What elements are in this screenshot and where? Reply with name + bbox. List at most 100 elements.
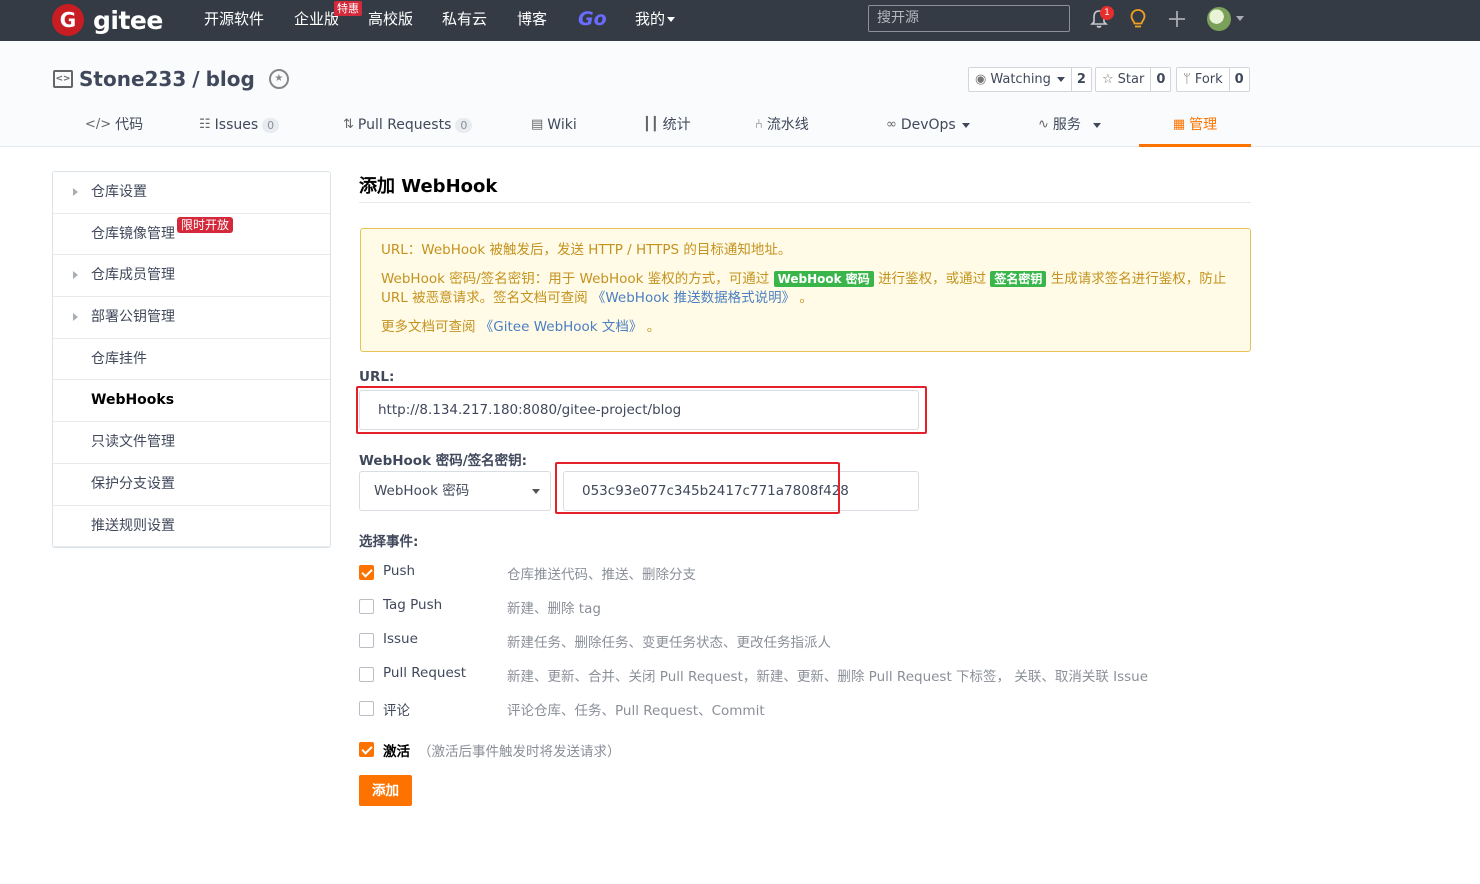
tab-wiki[interactable]: ▤ Wiki: [531, 109, 577, 147]
sidebar-item-deploy-keys[interactable]: 部署公钥管理: [53, 297, 330, 339]
active-checkbox[interactable]: [359, 741, 374, 757]
add-webhook-button[interactable]: 添加: [359, 775, 412, 806]
notice-text: WebHook 密码/签名密钥：用于 WebHook 鉴权的方式，可通过: [381, 271, 770, 287]
pipeline-icon: ⑃: [755, 117, 763, 132]
nav-mine[interactable]: 我的: [635, 0, 676, 41]
notifications-button[interactable]: 1: [1088, 6, 1114, 32]
tab-services[interactable]: ∿ 服务: [1038, 109, 1101, 147]
comment-checkbox[interactable]: [359, 700, 374, 716]
pull-request-checkbox[interactable]: [359, 666, 374, 682]
secret-highlight-box: [555, 462, 840, 514]
active-label-text: 激活: [383, 744, 410, 760]
event-desc: 新建、删除 tag: [507, 601, 601, 617]
event-tag-push[interactable]: Tag Push 新建、删除 tag: [359, 596, 601, 617]
plus-icon: [1169, 11, 1185, 27]
sidebar-item-members[interactable]: 仓库成员管理: [53, 255, 330, 298]
watch-button[interactable]: ◉ Watching 2: [968, 67, 1092, 92]
active-toggle[interactable]: 激活 （激活后事件触发时将发送请求）: [359, 739, 621, 760]
sidebar-item-protected-branches[interactable]: 保护分支设置: [53, 464, 330, 506]
repo-owner-link[interactable]: Stone233: [79, 67, 186, 91]
nav-blog[interactable]: 博客: [517, 0, 547, 41]
tab-devops[interactable]: ∞ DevOps: [886, 109, 970, 147]
chevron-down-icon: [1092, 123, 1101, 128]
event-name: Issue: [383, 631, 418, 647]
sidebar-item-label: 部署公钥管理: [91, 309, 175, 326]
top-navbar: G gitee 开源软件 企业版 特惠 高校版 私有云 博客 Go 我的 搜开源…: [0, 0, 1480, 41]
tab-label: Pull Requests: [357, 117, 452, 133]
nav-enterprise[interactable]: 企业版 特惠: [294, 0, 362, 41]
notice-text: 。: [799, 290, 813, 306]
sidebar-item-label: 仓库挂件: [91, 350, 147, 367]
issue-checkbox[interactable]: [359, 632, 374, 648]
code-repo-icon: <>: [53, 70, 73, 88]
tab-issues[interactable]: ☷ Issues 0: [199, 109, 280, 147]
event-push[interactable]: Push 仓库推送代码、推送、删除分支: [359, 562, 696, 583]
secret-type-select[interactable]: WebHook 密码: [359, 471, 551, 511]
event-name: 评论: [383, 703, 410, 719]
repo-name-link[interactable]: blog: [206, 67, 255, 91]
repo-title: <> Stone233 / blog ★: [53, 66, 289, 92]
chevron-down-icon: [961, 123, 970, 128]
chevron-right-icon: [73, 313, 78, 322]
url-label: URL:: [359, 369, 395, 385]
tab-label: DevOps: [900, 117, 956, 133]
repo-medal-icon[interactable]: ★: [268, 69, 289, 89]
book-icon: ▤: [531, 117, 544, 132]
sidebar-item-widgets[interactable]: 仓库挂件: [53, 339, 330, 381]
tab-code[interactable]: </> 代码: [85, 109, 143, 147]
event-desc: 新建任务、删除任务、变更任务状态、更改任务指派人: [507, 635, 831, 651]
watch-count[interactable]: 2: [1070, 68, 1091, 91]
chevron-down-icon: [532, 489, 540, 494]
gitee-logo-icon: G: [52, 4, 84, 36]
notification-count-badge: 1: [1100, 6, 1114, 20]
gitee-logo[interactable]: G gitee: [52, 4, 163, 36]
payload-format-doc-link[interactable]: 《WebHook 推送数据格式说明》: [592, 290, 795, 306]
create-button[interactable]: [1166, 6, 1188, 32]
notice-text: 进行鉴权，或通过: [878, 271, 987, 287]
sidebar-item-label: 保护分支设置: [91, 475, 175, 492]
tab-pipeline[interactable]: ⑃ 流水线: [755, 109, 809, 147]
ideas-button[interactable]: [1127, 6, 1149, 32]
tag-push-checkbox[interactable]: [359, 598, 374, 614]
nav-open-source[interactable]: 开源软件: [204, 0, 264, 41]
nav-education[interactable]: 高校版: [368, 0, 413, 41]
sidebar-item-label: 仓库镜像管理: [91, 225, 175, 242]
chevron-right-icon: [73, 188, 78, 196]
event-desc: 仓库推送代码、推送、删除分支: [507, 567, 696, 583]
tab-label: 服务: [1052, 117, 1081, 133]
eye-icon: ◉: [975, 72, 987, 87]
search-input[interactable]: 搜开源: [868, 5, 1070, 32]
settings-document-icon: ▦: [1172, 117, 1186, 132]
user-avatar[interactable]: [1207, 7, 1231, 31]
event-pull-request[interactable]: Pull Request 新建、更新、合并、关闭 Pull Request，新建…: [359, 664, 1148, 685]
event-name: Pull Request: [383, 665, 467, 681]
tab-pull-requests[interactable]: ⇅ Pull Requests 0: [343, 109, 473, 147]
signature-key-tag: 签名密钥: [990, 271, 1047, 287]
sidebar-item-webhooks[interactable]: WebHooks: [53, 380, 330, 423]
sidebar-item-readonly-files[interactable]: 只读文件管理: [53, 422, 330, 464]
sidebar-item-repo-settings[interactable]: 仓库设置: [53, 172, 330, 214]
event-comment[interactable]: 评论 评论仓库、任务、Pull Request、Commit: [359, 698, 765, 719]
chevron-down-icon: [667, 17, 676, 22]
pulse-icon: ∿: [1038, 117, 1049, 132]
tab-statistics[interactable]: ┃┃ 统计: [643, 109, 691, 147]
code-icon: </>: [85, 117, 112, 132]
push-checkbox[interactable]: [359, 564, 374, 580]
nav-go[interactable]: Go: [578, 0, 607, 41]
fork-button[interactable]: ᛘ Fork 0: [1176, 67, 1250, 92]
nav-private-cloud[interactable]: 私有云: [442, 0, 487, 41]
webhook-doc-link[interactable]: 《Gitee WebHook 文档》: [480, 319, 643, 335]
chevron-down-icon: [1056, 77, 1065, 82]
star-count[interactable]: 0: [1150, 68, 1171, 91]
sidebar-item-label: WebHooks: [91, 392, 175, 409]
fork-label: Fork: [1194, 72, 1223, 87]
sidebar-item-push-rules[interactable]: 推送规则设置: [53, 506, 330, 548]
event-issue[interactable]: Issue 新建任务、删除任务、变更任务状态、更改任务指派人: [359, 630, 831, 651]
sidebar-item-label: 仓库设置: [91, 184, 147, 200]
fork-count[interactable]: 0: [1228, 68, 1249, 91]
chevron-down-icon[interactable]: [1236, 16, 1244, 21]
tab-manage[interactable]: ▦ 管理: [1139, 109, 1251, 147]
star-button[interactable]: ☆ Star 0: [1095, 67, 1172, 92]
event-name: Push: [383, 563, 416, 579]
watch-label: Watching: [990, 72, 1051, 87]
